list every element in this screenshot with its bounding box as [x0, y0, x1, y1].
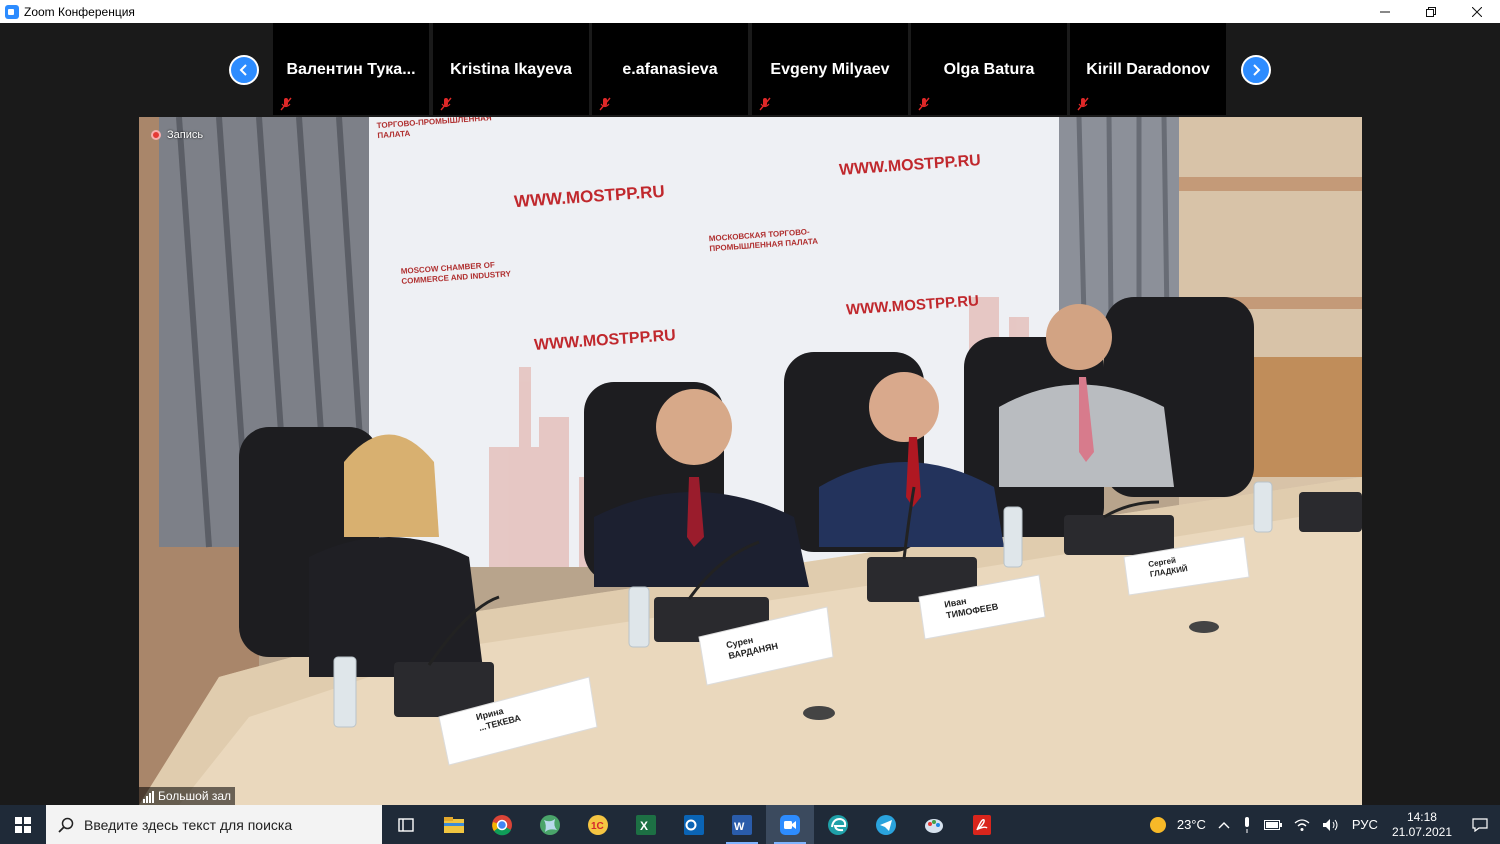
paint-icon — [925, 818, 943, 833]
zoom-app-icon — [5, 4, 19, 19]
title-bar: Zoom Конференция — [0, 0, 1500, 23]
search-placeholder: Введите здесь текст для поиска — [84, 816, 293, 833]
active-speaker-video[interactable]: WWW.MOSTPP.RU WWW.MOSTPP.RU WWW.MOSTPP.R… — [139, 117, 1362, 805]
speaker-name: Большой зал — [158, 789, 232, 803]
recording-indicator[interactable]: Запись — [151, 129, 203, 141]
weather-widget[interactable]: 23°C — [1149, 816, 1206, 834]
system-tray: 23°C РУС 14:18 21.07.2021 — [1143, 805, 1500, 844]
window-controls — [1362, 0, 1500, 23]
previous-page-button[interactable] — [229, 55, 259, 85]
clock[interactable]: 14:18 21.07.2021 — [1392, 810, 1452, 840]
taskbar-app-word[interactable]: W — [718, 805, 766, 844]
participant-tile[interactable]: Olga Batura — [911, 23, 1067, 115]
taskbar-app-1c[interactable]: 1С — [574, 805, 622, 844]
outlook-icon — [684, 814, 704, 835]
muted-mic-icon — [599, 97, 611, 111]
microphone-icon — [1244, 816, 1249, 833]
chevron-left-icon — [239, 64, 247, 76]
windows-taskbar: Введите здесь текст для поиска 1С X W 23… — [0, 805, 1500, 844]
edge-icon — [828, 814, 848, 835]
svg-text:X: X — [640, 819, 648, 833]
restore-button[interactable] — [1408, 0, 1454, 23]
task-view-button[interactable] — [382, 805, 430, 844]
record-dot-icon — [151, 130, 161, 140]
participant-name: Kirill Daradonov — [1086, 61, 1210, 78]
wifi-icon — [1294, 818, 1310, 831]
participant-name: Kristina Ikayeva — [450, 61, 572, 78]
start-button[interactable] — [0, 805, 46, 844]
acrobat-icon — [973, 814, 991, 835]
microphone-tray-button[interactable] — [1242, 816, 1252, 833]
windows-logo-icon — [15, 816, 31, 833]
muted-mic-icon — [759, 97, 771, 111]
taskbar-app-zoom[interactable] — [766, 805, 814, 844]
participant-tile[interactable]: Валентин Тука... — [273, 23, 429, 115]
network-tray-button[interactable] — [1294, 818, 1310, 832]
notifications-button[interactable] — [1460, 817, 1500, 832]
taskbar-app-excel[interactable]: X — [622, 805, 670, 844]
participant-name: Olga Batura — [943, 61, 1035, 78]
close-button[interactable] — [1454, 0, 1500, 23]
taskbar-app-edge[interactable] — [814, 805, 862, 844]
taskbar-search-box[interactable]: Введите здесь текст для поиска — [46, 805, 382, 844]
taskbar-app-chrome[interactable] — [478, 805, 526, 844]
search-icon — [58, 817, 74, 833]
weather-temperature: 23°C — [1176, 817, 1206, 832]
minimize-icon — [1380, 11, 1390, 12]
next-page-button[interactable] — [1241, 55, 1271, 85]
participant-name: Evgeny Milyaev — [770, 61, 890, 78]
telegram-icon — [876, 814, 896, 835]
battery-tray-button[interactable] — [1263, 819, 1282, 830]
notification-icon — [1472, 817, 1488, 832]
clock-date: 21.07.2021 — [1391, 824, 1452, 839]
speaker-icon — [1322, 818, 1338, 831]
participant-name: Валентин Тука... — [286, 61, 416, 78]
zoom-icon — [780, 814, 800, 835]
taskbar-app-acrobat[interactable] — [958, 805, 1006, 844]
participant-tile[interactable]: Kristina Ikayeva — [433, 23, 589, 115]
chevron-up-icon — [1218, 821, 1230, 828]
language-indicator[interactable]: РУС — [1352, 817, 1378, 832]
window-title: Zoom Конференция — [24, 4, 135, 19]
taskbar-app-outlook[interactable] — [670, 805, 718, 844]
participant-name: e.afanasieva — [622, 61, 718, 78]
file-explorer-icon — [444, 816, 464, 833]
restore-icon — [1426, 6, 1436, 17]
close-icon — [1472, 6, 1482, 17]
globe-icon — [540, 814, 560, 835]
speaker-name-label: Большой зал — [139, 787, 236, 805]
signal-strength-icon — [143, 791, 154, 803]
muted-mic-icon — [440, 97, 452, 111]
1c-icon: 1С — [588, 814, 608, 835]
participant-tile[interactable]: Kirill Daradonov — [1070, 23, 1226, 115]
participant-strip: Валентин Тука... Kristina Ikayeva e.afan… — [0, 23, 1500, 117]
participant-tile[interactable]: e.afanasieva — [592, 23, 748, 115]
task-view-icon — [398, 817, 414, 832]
svg-text:1С: 1С — [591, 821, 604, 832]
taskbar-app-telegram[interactable] — [862, 805, 910, 844]
word-icon: W — [732, 814, 752, 835]
participant-tile[interactable]: Evgeny Milyaev — [752, 23, 908, 115]
sun-icon — [1149, 816, 1166, 833]
minimize-button[interactable] — [1362, 0, 1408, 23]
taskbar-app-browser[interactable] — [526, 805, 574, 844]
muted-mic-icon — [918, 97, 930, 111]
conference-room-scene — [139, 117, 1362, 805]
battery-icon — [1263, 819, 1282, 830]
chevron-right-icon — [1253, 64, 1261, 76]
volume-tray-button[interactable] — [1322, 818, 1340, 832]
chrome-icon — [492, 814, 512, 835]
taskbar-app-file-explorer[interactable] — [430, 805, 478, 844]
svg-text:W: W — [734, 821, 745, 833]
clock-time: 14:18 — [1406, 809, 1437, 824]
muted-mic-icon — [280, 97, 292, 111]
recording-label: Запись — [167, 129, 204, 141]
show-hidden-icons-button[interactable] — [1218, 821, 1230, 829]
excel-icon: X — [636, 814, 656, 835]
muted-mic-icon — [1077, 97, 1089, 111]
taskbar-app-paint[interactable] — [910, 805, 958, 844]
